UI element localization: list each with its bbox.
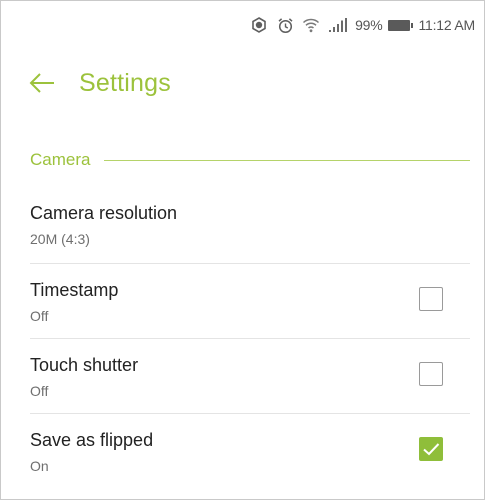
touch-shutter-checkbox[interactable] [419,362,443,386]
back-arrow-icon[interactable] [27,68,57,98]
setting-timestamp[interactable]: Timestamp Off [30,279,470,335]
signal-icon [327,15,349,35]
setting-value: 20M (4:3) [30,231,90,247]
wifi-icon [301,15,321,35]
app-header: Settings [27,61,171,105]
status-time: 11:12 AM [418,17,475,33]
timestamp-checkbox[interactable] [419,287,443,311]
setting-value: On [30,458,49,474]
setting-touch-shutter[interactable]: Touch shutter Off [30,354,470,410]
section-divider-line [104,159,470,161]
setting-title: Camera resolution [30,203,178,223]
battery-icon [388,19,414,31]
save-as-flipped-checkbox[interactable] [419,437,443,461]
row-divider [30,263,470,264]
setting-value: Off [30,383,49,399]
status-bar: 99% 11:12 AM [249,15,475,35]
row-divider [30,338,470,339]
alarm-icon [275,15,295,35]
section-header-camera: Camera [30,148,470,172]
screen-frame: 99% 11:12 AM Settings Camera Camera reso… [0,0,485,500]
setting-title: Save as flipped [30,430,154,450]
page-title: Settings [79,68,171,97]
setting-value: Off [30,308,49,324]
battery-percent: 99% [355,17,383,33]
setting-save-as-flipped[interactable]: Save as flipped On [30,429,470,485]
setting-camera-resolution[interactable]: Camera resolution 20M (4:3) [30,202,470,258]
setting-title: Touch shutter [30,355,139,375]
sync-icon [249,15,269,35]
section-title: Camera [30,150,91,169]
row-divider [30,413,470,414]
checkmark-icon [423,443,440,456]
setting-title: Timestamp [30,280,119,300]
